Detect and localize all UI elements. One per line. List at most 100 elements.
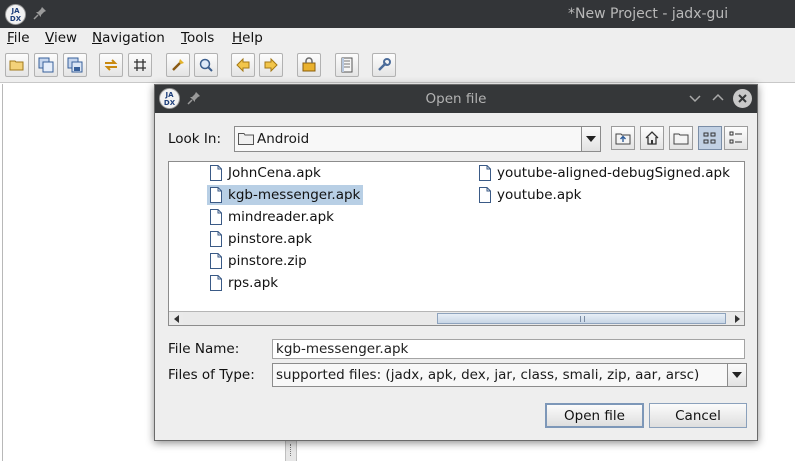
- tree-panel-border: [2, 84, 3, 461]
- look-in-label: Look In:: [168, 131, 221, 147]
- file-name: kgb-messenger.apk: [228, 187, 361, 203]
- chevron-down-icon: [586, 136, 596, 142]
- text-search-button[interactable]: [166, 53, 190, 77]
- file-item[interactable]: pinstore.apk: [207, 229, 315, 249]
- sync-icon: [104, 59, 118, 71]
- file-icon: [479, 165, 491, 181]
- files-of-type-dropdown-button[interactable]: [727, 364, 746, 386]
- menu-view[interactable]: View: [45, 30, 77, 46]
- file-icon: [210, 165, 222, 181]
- horizontal-scrollbar[interactable]: [169, 311, 744, 325]
- menubar: File View Navigation Tools Help: [0, 28, 795, 50]
- file-item[interactable]: JohnCena.apk: [207, 163, 324, 183]
- files-of-type-combo[interactable]: supported files: (jadx, apk, dex, jar, c…: [272, 363, 747, 387]
- up-one-level-button[interactable]: [611, 126, 635, 150]
- add-files-icon: [38, 57, 54, 73]
- list-view-toggle[interactable]: [698, 126, 722, 150]
- close-button[interactable]: [733, 89, 752, 108]
- class-search-icon: [199, 58, 213, 72]
- details-view-toggle[interactable]: [724, 126, 748, 150]
- file-name: youtube.apk: [497, 187, 582, 203]
- open-file-button[interactable]: [5, 53, 29, 77]
- window-title: *New Project - jadx-gui: [568, 6, 729, 22]
- back-button[interactable]: [231, 53, 255, 77]
- cancel-button[interactable]: Cancel: [649, 403, 747, 428]
- deobfuscation-icon: [302, 57, 316, 72]
- save-all-icon: [67, 57, 83, 73]
- pin-icon[interactable]: [33, 6, 47, 20]
- file-icon: [210, 275, 222, 291]
- file-name: JohnCena.apk: [228, 165, 321, 181]
- close-icon: [738, 94, 747, 103]
- jadx-logo-icon: JA DX: [5, 4, 26, 25]
- look-in-value: Android: [257, 131, 310, 147]
- list-view-icon: [703, 132, 716, 144]
- file-list[interactable]: JohnCena.apk kgb-messenger.apk mindreade…: [168, 161, 745, 326]
- create-new-folder-button[interactable]: [669, 126, 693, 150]
- log-viewer-icon: [341, 57, 353, 73]
- toolbar: [0, 50, 795, 83]
- add-files-button[interactable]: [34, 53, 58, 77]
- scroll-left-button[interactable]: [169, 312, 183, 325]
- open-file-icon: [9, 60, 24, 71]
- scrollbar-thumb[interactable]: [437, 313, 726, 324]
- file-icon: [210, 209, 222, 225]
- main-title-bar: JA DX *New Project - jadx-gui: [0, 0, 795, 28]
- file-item[interactable]: youtube.apk: [476, 185, 584, 205]
- forward-button[interactable]: [259, 53, 283, 77]
- look-in-dropdown-button[interactable]: [581, 127, 600, 151]
- menu-tools[interactable]: Tools: [181, 30, 214, 46]
- split-pane-divider[interactable]: [285, 440, 297, 461]
- folder-icon: [238, 133, 254, 145]
- file-name-label: File Name:: [168, 341, 240, 357]
- arrow-right-icon: [734, 314, 740, 323]
- forward-icon: [264, 57, 278, 73]
- flatten-packages-button[interactable]: [128, 53, 152, 77]
- file-item[interactable]: rps.apk: [207, 273, 281, 293]
- back-icon: [236, 57, 250, 73]
- file-name: mindreader.apk: [228, 209, 334, 225]
- file-item-selected[interactable]: kgb-messenger.apk: [207, 185, 364, 205]
- file-icon: [210, 253, 222, 269]
- file-icon: [210, 231, 222, 247]
- dialog-title-bar: JA DX Open file: [155, 85, 757, 113]
- file-name: rps.apk: [228, 275, 279, 291]
- open-file-button[interactable]: Open file: [545, 403, 644, 428]
- file-icon: [479, 187, 491, 203]
- home-button[interactable]: [640, 126, 664, 150]
- file-name: pinstore.apk: [228, 231, 312, 247]
- new-folder-icon: [673, 133, 689, 145]
- look-in-combo[interactable]: Android: [234, 126, 601, 152]
- chevron-down-icon: [732, 372, 742, 378]
- menu-help[interactable]: Help: [232, 30, 263, 46]
- file-name: youtube-aligned-debugSigned.apk: [497, 165, 730, 181]
- class-search-button[interactable]: [194, 53, 218, 77]
- text-search-icon: [172, 59, 184, 71]
- file-item[interactable]: pinstore.zip: [207, 251, 310, 271]
- menu-file[interactable]: File: [7, 30, 30, 46]
- deobfuscation-button[interactable]: [297, 53, 321, 77]
- file-icon: [210, 187, 222, 203]
- file-name: pinstore.zip: [228, 253, 307, 269]
- scroll-right-button[interactable]: [730, 312, 744, 325]
- sync-button[interactable]: [99, 53, 123, 77]
- menu-navigation[interactable]: Navigation: [92, 30, 165, 46]
- maximize-icon[interactable]: [711, 91, 725, 105]
- file-name-field[interactable]: kgb-messenger.apk: [272, 339, 745, 359]
- file-item[interactable]: youtube-aligned-debugSigned.apk: [476, 163, 733, 183]
- flatten-packages-icon: [134, 59, 146, 71]
- log-viewer-button[interactable]: [335, 53, 359, 77]
- minimize-icon[interactable]: [688, 91, 702, 105]
- arrow-left-icon: [173, 314, 179, 323]
- preferences-icon: [378, 58, 391, 71]
- home-icon: [645, 131, 659, 145]
- preferences-button[interactable]: [372, 53, 396, 77]
- files-of-type-label: Files of Type:: [168, 367, 255, 383]
- details-view-icon: [729, 131, 742, 144]
- file-item[interactable]: mindreader.apk: [207, 207, 337, 227]
- open-file-dialog: JA DX Open file Look In: Android JohnCena…: [154, 84, 758, 441]
- up-folder-icon: [615, 133, 631, 145]
- dialog-title: Open file: [425, 91, 487, 107]
- save-all-button[interactable]: [63, 53, 87, 77]
- files-of-type-value: supported files: (jadx, apk, dex, jar, c…: [276, 367, 700, 383]
